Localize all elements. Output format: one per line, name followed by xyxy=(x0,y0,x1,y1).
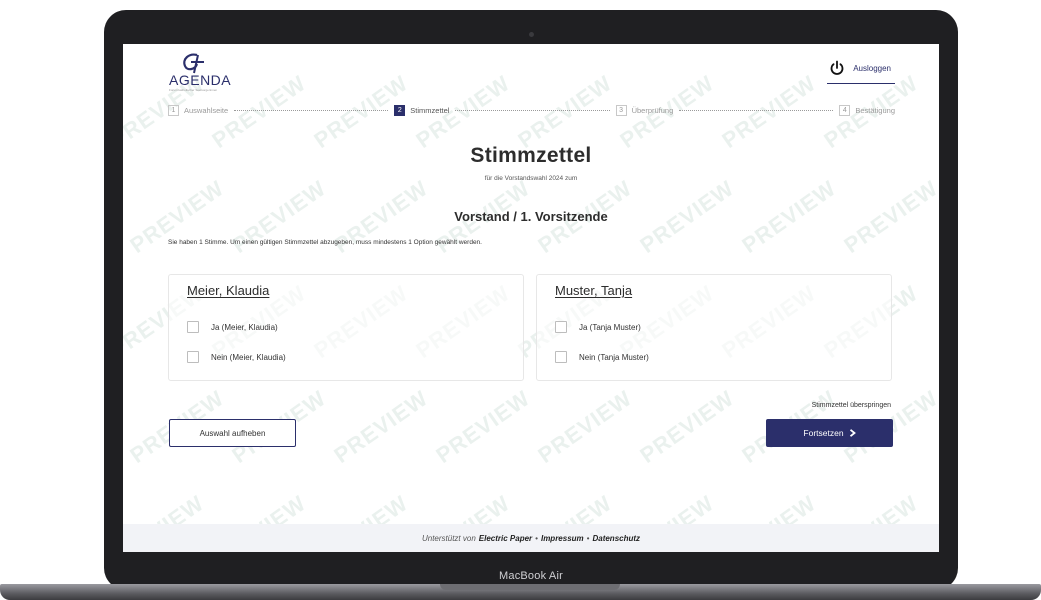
logout-button[interactable]: Ausloggen xyxy=(827,57,895,84)
option-ja-meier[interactable]: Ja (Meier, Klaudia) xyxy=(187,321,278,333)
step-label: Bestätigung xyxy=(855,105,895,115)
laptop-hinge-notch xyxy=(440,584,620,590)
step-number: 2 xyxy=(394,104,406,116)
option-label: Ja (Tanja Muster) xyxy=(579,322,641,332)
footer-separator: • xyxy=(535,533,538,543)
chevron-right-icon xyxy=(849,429,856,437)
candidate-name: Muster, Tanja xyxy=(555,283,633,298)
step-connector xyxy=(455,109,610,111)
step-connector xyxy=(679,109,834,111)
step-number: 4 xyxy=(839,104,851,116)
step-connector xyxy=(234,109,389,111)
step-ueberpruefung: 3 Überprüfung xyxy=(615,104,674,116)
skip-ballot-link[interactable]: Stimmzettel überspringen xyxy=(812,402,891,409)
step-label: Auswahlseite xyxy=(184,105,229,115)
step-label: Stimmzettel xyxy=(410,105,450,115)
step-label: Überprüfung xyxy=(631,105,674,115)
page-footer: Unterstützt von Electric Paper • Impress… xyxy=(123,524,939,552)
checkbox[interactable] xyxy=(555,321,567,333)
option-label: Ja (Meier, Klaudia) xyxy=(211,322,278,332)
option-label: Nein (Tanja Muster) xyxy=(579,352,649,362)
datenschutz-link[interactable]: Datenschutz xyxy=(592,534,640,543)
candidate-name: Meier, Klaudia xyxy=(187,283,270,298)
voting-instructions: Sie haben 1 Stimme. Um einen gültigen St… xyxy=(168,239,482,246)
footer-prefix: Unterstützt von xyxy=(421,533,476,543)
logo-text: AGENDA xyxy=(169,72,232,88)
checkbox[interactable] xyxy=(555,351,567,363)
logout-label: Ausloggen xyxy=(853,63,891,73)
continue-label: Fortsetzen xyxy=(803,428,844,438)
power-icon xyxy=(830,60,844,75)
footer-brand: Electric Paper xyxy=(478,533,533,543)
agenda-logo-mark-icon xyxy=(183,53,204,74)
impressum-link[interactable]: Impressum xyxy=(541,534,584,543)
candidate-card-muster: Muster, Tanja Ja (Tanja Muster) Nein (Ta… xyxy=(536,274,892,381)
clear-selection-button[interactable]: Auswahl aufheben xyxy=(169,419,296,447)
agenda-logo: AGENDA Forum katholischer Seelsorgerinne… xyxy=(169,52,232,92)
browser-screen: PREVIEW PREVIEW PREVIEW PREVIEW PREVIEW PREVI… xyxy=(123,44,939,552)
checkbox[interactable] xyxy=(187,351,199,363)
page-subtitle: für die Vorstandswahl 2024 zum xyxy=(484,175,578,182)
option-label: Nein (Meier, Klaudia) xyxy=(211,352,286,362)
logo-subtext: Forum katholischer Seelsorgerinnen xyxy=(169,88,218,92)
step-number: 3 xyxy=(615,104,627,116)
candidate-card-meier: Meier, Klaudia Ja (Meier, Klaudia) Nein … xyxy=(168,274,524,381)
step-bestaetigung: 4 Bestätigung xyxy=(839,104,895,116)
step-number: 1 xyxy=(168,104,179,116)
footer-separator: • xyxy=(586,533,590,543)
device-label: MacBook Air xyxy=(499,570,563,582)
progress-stepper: 1 Auswahlseite 2 Stimmzettel 3 Überprüfu… xyxy=(168,103,895,117)
step-stimmzettel: 2 Stimmzettel xyxy=(394,104,450,116)
position-title: Vorstand / 1. Vorsitzende xyxy=(454,209,608,224)
camera-dot xyxy=(529,32,534,37)
continue-button[interactable]: Fortsetzen xyxy=(766,419,893,447)
checkbox[interactable] xyxy=(187,321,199,333)
voting-app: AGENDA Forum katholischer Seelsorgerinne… xyxy=(123,44,939,552)
option-nein-muster[interactable]: Nein (Tanja Muster) xyxy=(555,351,649,363)
option-ja-muster[interactable]: Ja (Tanja Muster) xyxy=(555,321,641,333)
page-title: Stimmzettel xyxy=(470,144,592,167)
option-nein-meier[interactable]: Nein (Meier, Klaudia) xyxy=(187,351,286,363)
step-auswahlseite: 1 Auswahlseite xyxy=(168,104,229,116)
